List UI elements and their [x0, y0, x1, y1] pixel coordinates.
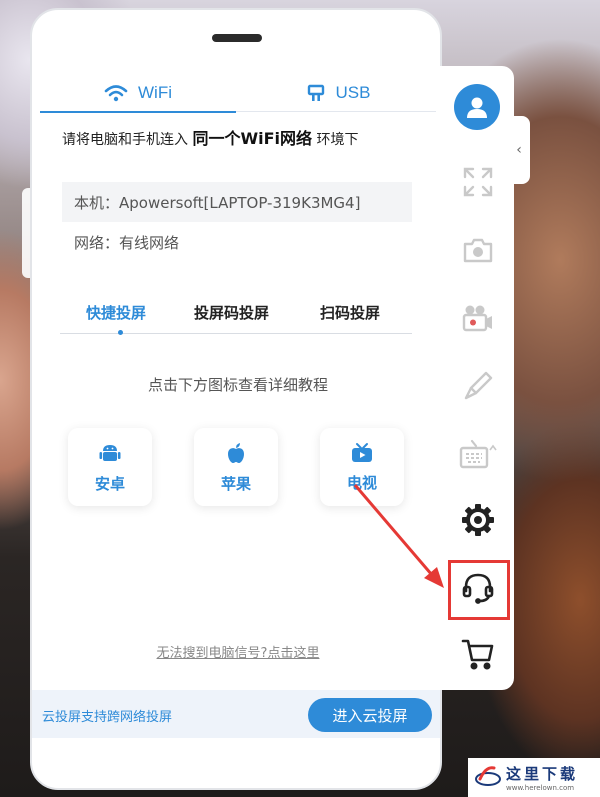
- user-icon: [467, 97, 487, 118]
- tutorial-hint: 点击下方图标查看详细教程: [147, 376, 328, 394]
- cloud-cast-description: 云投屏支持跨网络投屏: [42, 710, 173, 725]
- connection-instruction: 请将电脑和手机连入 同一个WiFi网络 环境下: [62, 128, 382, 151]
- user-avatar-button[interactable]: [454, 84, 500, 130]
- screenshot-button[interactable]: [456, 228, 500, 272]
- tv-card[interactable]: 电视: [320, 428, 404, 506]
- tab-wifi[interactable]: WiFi: [40, 74, 236, 113]
- instruction-suffix: 环境下: [312, 132, 359, 148]
- apple-label: 苹果: [220, 474, 251, 493]
- enter-cloud-cast-button[interactable]: 进入云投屏: [308, 698, 432, 732]
- apple-card[interactable]: 苹果: [194, 428, 278, 506]
- android-card[interactable]: 安卓: [68, 428, 152, 506]
- fullscreen-icon: [463, 167, 493, 197]
- support-highlight-box: [448, 560, 510, 620]
- instruction-emphasis: 同一个WiFi网络: [192, 129, 313, 148]
- collapse-toolbar-button[interactable]: ‹: [508, 116, 530, 184]
- cart-icon: [461, 639, 494, 670]
- tv-icon: [352, 442, 372, 462]
- android-label: 安卓: [94, 474, 125, 493]
- network-info: 网络：有线网络: [74, 234, 180, 252]
- tab-quick-cast[interactable]: 快捷投屏: [86, 302, 146, 323]
- keyboard-icon: [459, 439, 497, 469]
- tab-usb-label: USB: [335, 83, 371, 102]
- usb-icon: [307, 84, 324, 101]
- device-info: 本机：Apowersoft[LAPTOP-319K3MG4]: [62, 182, 412, 222]
- record-video-icon: [462, 305, 492, 332]
- store-cart-button[interactable]: [456, 632, 500, 676]
- android-icon: [99, 444, 121, 461]
- chevron-left-icon: ‹: [516, 142, 522, 158]
- tab-code-cast[interactable]: 投屏码投屏: [194, 302, 269, 323]
- site-watermark: 这里下载 www.herelown.com: [468, 758, 600, 797]
- tab-scan-cast[interactable]: 扫码投屏: [320, 302, 380, 323]
- instruction-prefix: 请将电脑和手机连入: [62, 132, 193, 148]
- watermark-logo-icon: [475, 766, 501, 786]
- record-button[interactable]: [456, 296, 500, 340]
- wifi-icon: [104, 84, 128, 101]
- watermark-en: www.herelown.com: [506, 784, 575, 792]
- mode-tabs: 快捷投屏 投屏码投屏 扫码投屏: [60, 302, 412, 335]
- phone-notch: [212, 34, 262, 42]
- active-indicator: [118, 330, 123, 335]
- cannot-find-signal-link[interactable]: 无法搜到电脑信号?点击这里: [32, 642, 440, 661]
- cloud-cast-bar: 云投屏支持跨网络投屏 进入云投屏: [32, 690, 440, 738]
- tv-label: 电视: [346, 473, 377, 492]
- watermark-cn: 这里下载: [506, 765, 579, 783]
- tab-usb[interactable]: USB: [248, 74, 428, 112]
- apple-icon: [228, 442, 244, 463]
- screenshot-camera-icon: [463, 238, 493, 263]
- whiteboard-brush-button[interactable]: [456, 364, 500, 408]
- settings-button[interactable]: [456, 498, 500, 542]
- settings-gear-icon: [462, 504, 494, 536]
- phone-panel: WiFi USB 请将电脑和手机连入 同一个WiFi网络 环境下 本机：Apow…: [30, 8, 442, 790]
- brush-icon: [464, 371, 493, 400]
- connection-tabs: WiFi USB: [40, 74, 436, 113]
- tab-wifi-label: WiFi: [138, 82, 172, 102]
- fullscreen-button[interactable]: [456, 160, 500, 204]
- keyboard-button[interactable]: [456, 432, 500, 476]
